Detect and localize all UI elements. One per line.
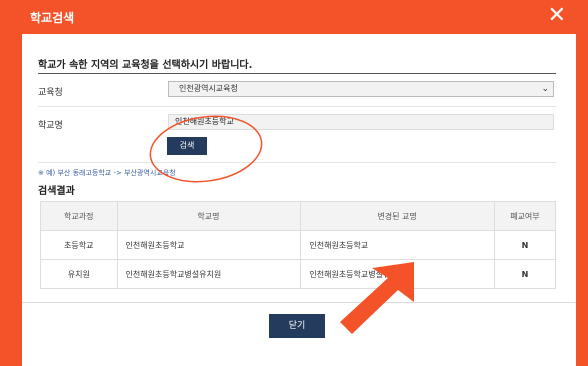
instruction-text: 학교가 속한 지역의 교육청을 선택하시기 바랍니다.	[38, 60, 253, 71]
example-hint: ※ 예) 부산 동래고등학교 -> 부산광역시교육청	[38, 169, 176, 177]
cell-changed-name: 인천해원초등학교	[300, 230, 495, 260]
cell-course: 초등학교	[40, 230, 118, 260]
school-search-dialog: 학교검색 ✕ 학교가 속한 지역의 교육청을 선택하시기 바랍니다. 교육청 인…	[22, 0, 576, 366]
table-header-row: 학교과정 학교명 변경된 교명 폐교여부	[40, 201, 557, 231]
school-label: 학교명	[38, 121, 63, 131]
office-select-value: 인천광역시교육청	[179, 84, 238, 93]
dialog-titlebar: 학교검색 ✕	[22, 0, 576, 34]
close-icon[interactable]: ✕	[548, 3, 566, 29]
column-header-school-name: 학교명	[116, 201, 302, 231]
results-table: 학교과정 학교명 변경된 교명 폐교여부 초등학교 인천해원초등학교 인천해원초…	[40, 201, 557, 289]
dialog-title: 학교검색	[30, 11, 75, 25]
office-select[interactable]: 인천광역시교육청 ⌄	[168, 81, 554, 97]
search-button[interactable]: 검색	[167, 137, 207, 155]
table-row[interactable]: 유치원 인천해원초등학교병설유치원 인천해원초등학교병설유치원 N	[40, 259, 557, 289]
divider	[38, 162, 556, 163]
results-title: 검색결과	[38, 186, 75, 197]
cell-closed: N	[493, 259, 557, 289]
close-button[interactable]: 닫기	[269, 314, 325, 338]
column-header-course: 학교과정	[40, 201, 118, 231]
column-header-closed: 폐교여부	[493, 201, 557, 231]
school-name-input[interactable]: 인천해원초등학교	[168, 114, 554, 130]
column-header-changed-name: 변경된 교명	[300, 201, 495, 231]
cell-school-name[interactable]: 인천해원초등학교병설유치원	[116, 259, 302, 289]
cell-closed: N	[493, 230, 557, 260]
divider	[38, 106, 556, 107]
cell-changed-name: 인천해원초등학교병설유치원	[300, 259, 495, 289]
chevron-down-icon: ⌄	[541, 84, 549, 94]
divider	[22, 302, 576, 303]
office-label: 교육청	[38, 88, 63, 98]
divider	[38, 73, 556, 74]
cell-course: 유치원	[40, 259, 118, 289]
table-row[interactable]: 초등학교 인천해원초등학교 인천해원초등학교 N	[40, 230, 557, 260]
cell-school-name[interactable]: 인천해원초등학교	[116, 230, 302, 260]
